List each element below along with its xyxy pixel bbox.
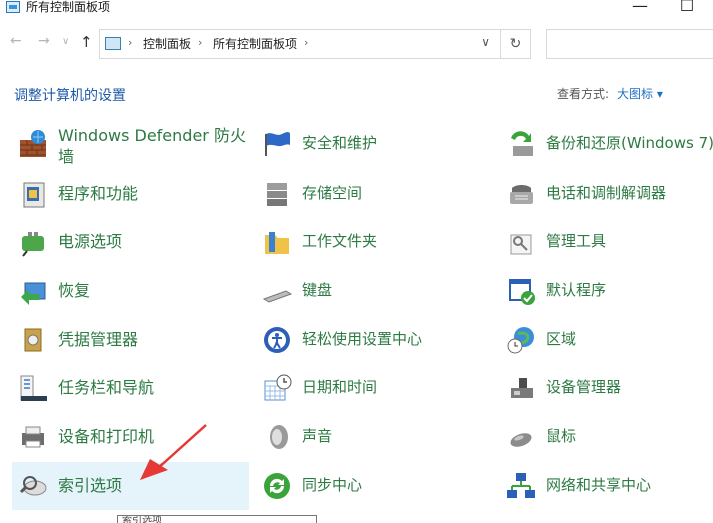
item-indexing-options[interactable]: 索引选项 <box>12 462 249 510</box>
item-label: 电源选项 <box>58 232 123 251</box>
item-label: Windows Defender 防火 <box>58 126 246 145</box>
item-label: 凭据管理器 <box>58 330 139 349</box>
item-label: 同步中心 <box>302 476 363 494</box>
item-label: 恢复 <box>58 281 91 300</box>
storage-icon <box>267 183 287 206</box>
taskbar-icon <box>20 375 47 401</box>
region-icon <box>507 327 534 354</box>
ease-of-access-icon <box>264 327 290 353</box>
work-folders-icon <box>265 232 289 254</box>
back-button[interactable]: ← <box>10 33 22 49</box>
view-by-dropdown[interactable]: 大图标 ▾ <box>617 87 663 101</box>
item-admin-tools[interactable]: 管理工具 <box>500 218 713 266</box>
item-work-folders[interactable]: 工作文件夹 <box>256 218 493 266</box>
recent-locations-button[interactable]: ∨ <box>62 36 69 47</box>
item-label: 墙 <box>58 147 75 166</box>
item-label: 设备和打印机 <box>58 427 155 446</box>
keyboard-icon <box>262 290 293 303</box>
search-input[interactable] <box>546 29 713 59</box>
item-label: 程序和功能 <box>58 184 139 203</box>
item-label: 声音 <box>302 427 333 445</box>
item-label: 轻松使用设置中心 <box>302 330 423 348</box>
printer-icon <box>22 426 44 448</box>
item-label: 索引选项 <box>58 476 123 495</box>
item-label: 任务栏和导航 <box>58 378 155 397</box>
address-dropdown-button[interactable]: ∨ <box>481 35 490 49</box>
security-flag-icon <box>265 132 290 156</box>
up-button[interactable]: ↑ <box>80 33 93 51</box>
item-date-time[interactable]: 日期和时间 <box>256 364 493 412</box>
item-label: 区域 <box>546 330 577 348</box>
item-mouse[interactable]: 鼠标 <box>500 413 713 461</box>
sync-icon <box>264 473 290 499</box>
item-label: 工作文件夹 <box>302 232 378 250</box>
item-default-programs[interactable]: 默认程序 <box>500 267 713 315</box>
view-by-label: 查看方式: <box>557 87 610 101</box>
item-label: 安全和维护 <box>302 134 378 152</box>
item-keyboard[interactable]: 键盘 <box>256 267 493 315</box>
item-label: 设备管理器 <box>546 378 622 396</box>
network-icon <box>507 473 535 498</box>
breadcrumb-separator[interactable]: › <box>128 36 132 49</box>
item-label: 存储空间 <box>302 184 363 202</box>
item-sync-center[interactable]: 同步中心 <box>256 462 493 510</box>
item-label: 电话和调制解调器 <box>546 184 667 202</box>
item-credential-manager[interactable]: 凭据管理器 <box>12 316 249 364</box>
item-label: 网络和共享中心 <box>546 476 652 494</box>
tooltip: 索引选项 <box>117 515 317 523</box>
item-windows-defender-firewall[interactable]: Windows Defender 防火 墙 <box>12 120 249 168</box>
item-network-sharing[interactable]: 网络和共享中心 <box>500 462 713 510</box>
item-label: 默认程序 <box>546 281 607 299</box>
address-bar[interactable]: › 控制面板 › 所有控制面板项 › ∨ ↻ <box>99 29 531 59</box>
date-time-icon <box>264 374 292 401</box>
item-ease-of-access[interactable]: 轻松使用设置中心 <box>256 316 493 364</box>
item-recovery[interactable]: 恢复 <box>12 267 249 315</box>
item-phone-modem[interactable]: 电话和调制解调器 <box>500 170 713 218</box>
control-panel-icon <box>6 1 20 13</box>
indexing-icon <box>19 476 47 496</box>
breadcrumb-separator[interactable]: › <box>304 36 308 49</box>
item-programs-features[interactable]: 程序和功能 <box>12 170 249 218</box>
title-bar: 所有控制面板项 — ☐ <box>0 0 713 18</box>
admin-tools-icon <box>510 234 532 255</box>
item-label: 鼠标 <box>546 427 577 445</box>
item-devices-printers[interactable]: 设备和打印机 <box>12 413 249 461</box>
credential-manager-icon <box>24 328 42 352</box>
phone-modem-icon <box>510 185 533 204</box>
maximize-button[interactable]: ☐ <box>672 0 702 18</box>
sound-icon <box>270 425 288 449</box>
breadcrumb-control-panel[interactable]: 控制面板 <box>143 36 191 52</box>
item-security-maintenance[interactable]: 安全和维护 <box>256 120 493 168</box>
device-manager-icon <box>511 378 533 398</box>
item-power-options[interactable]: 电源选项 <box>12 218 249 266</box>
forward-button[interactable]: → <box>38 33 50 49</box>
item-sound[interactable]: 声音 <box>256 413 493 461</box>
backup-restore-icon <box>511 131 533 156</box>
item-device-manager[interactable]: 设备管理器 <box>500 364 713 412</box>
item-label: 日期和时间 <box>302 378 378 396</box>
item-region[interactable]: 区域 <box>500 316 713 364</box>
breadcrumb-separator[interactable]: › <box>198 36 202 49</box>
firewall-icon <box>20 130 46 157</box>
item-label: 键盘 <box>302 281 333 299</box>
window-title: 所有控制面板项 <box>26 0 111 14</box>
page-title: 调整计算机的设置 <box>14 88 126 104</box>
power-icon <box>22 232 44 257</box>
control-panel-icon <box>105 37 121 50</box>
minimize-button[interactable]: — <box>625 0 655 18</box>
recovery-icon <box>21 282 46 305</box>
item-backup-restore[interactable]: 备份和还原(Windows 7) <box>500 120 713 168</box>
programs-icon <box>23 182 45 208</box>
view-by: 查看方式: 大图标 ▾ <box>557 85 663 102</box>
mouse-icon <box>510 433 532 447</box>
item-storage-spaces[interactable]: 存储空间 <box>256 170 493 218</box>
item-label: 备份和还原(Windows 7) <box>546 134 713 152</box>
refresh-button[interactable]: ↻ <box>500 30 530 58</box>
breadcrumb-all-items[interactable]: 所有控制面板项 <box>213 36 297 52</box>
navigation-bar: ← → ∨ ↑ › 控制面板 › 所有控制面板项 › ∨ ↻ <box>0 26 713 60</box>
default-programs-icon <box>509 279 535 305</box>
item-taskbar-navigation[interactable]: 任务栏和导航 <box>12 364 249 412</box>
item-label: 管理工具 <box>546 232 607 250</box>
